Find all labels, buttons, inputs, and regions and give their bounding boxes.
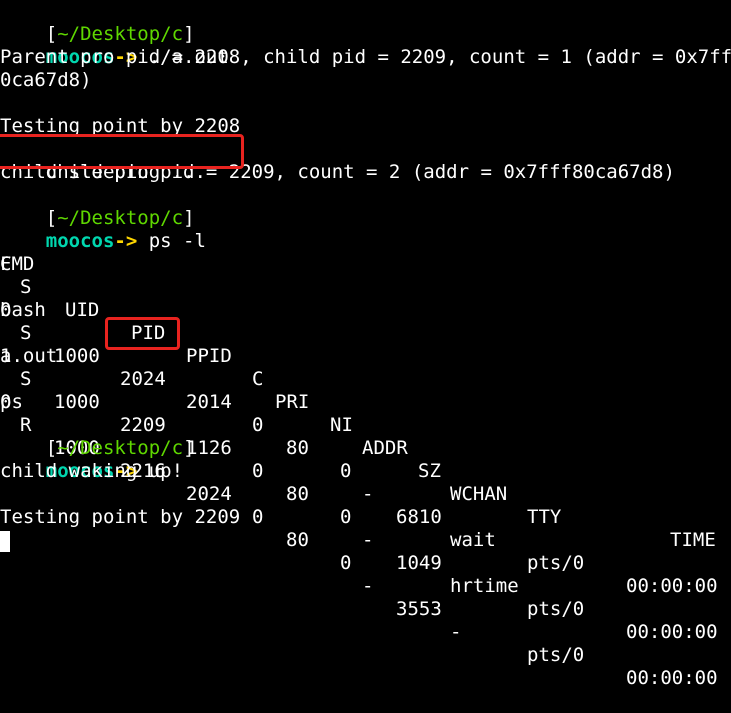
ps-row: 0 S 1000 2024 2014 0 80 0 - 6810 wait pt… <box>0 276 731 597</box>
command-line-ps: moocos-> ps -l <box>0 207 206 252</box>
ps-header-uid: UID <box>65 299 100 321</box>
ps-cell-sz: 3553 <box>396 598 442 620</box>
ps-header-row: F S UID PID PPID C PRI NI ADDR SZ WCHAN … <box>0 230 731 551</box>
command-line-run: moocos-> ./a.out <box>0 23 229 68</box>
ps-cell-ni: 0 <box>340 506 352 528</box>
command-line-empty: moocos-> <box>0 437 138 482</box>
prompt-close-bracket: ] <box>183 437 195 459</box>
ps-cell-cmd: bash <box>0 299 46 321</box>
ps-cell-time: 00:00:00 <box>626 575 718 597</box>
ps-cell-cmd: a.out <box>0 345 58 367</box>
ps-cell-tty: pts/0 <box>527 598 585 620</box>
ps-cell-ppid: 2014 <box>186 391 232 413</box>
ps-header-cmd: CMD <box>0 253 35 275</box>
ps-header-ppid: PPID <box>186 345 232 367</box>
ps-header-sz: SZ <box>418 460 441 482</box>
prompt-path-line: [~/Desktop/c] <box>0 0 195 45</box>
text-cursor[interactable] <box>0 531 10 552</box>
prompt-path-line: [~/Desktop/c] <box>0 184 195 229</box>
child-count-text: count = 2 (addr = 0x7fff80ca67d8) <box>285 161 675 183</box>
ps-header-addr: ADDR <box>362 437 408 459</box>
ps-cell-ni: 0 <box>340 460 352 482</box>
ps-cell-uid: 1000 <box>54 391 100 413</box>
ps-cell-c: 0 <box>252 460 264 482</box>
ps-cell-wchan: - <box>450 621 462 643</box>
ps-cell-sz: 6810 <box>396 506 442 528</box>
ps-header-wchan: WCHAN <box>450 483 508 505</box>
ps-cell-time: 00:00:00 <box>626 621 718 643</box>
ps-cell-pri: 80 <box>286 529 309 551</box>
ps-cell-ppid: 2024 <box>186 483 232 505</box>
ps-cell-addr: - <box>362 575 374 597</box>
ps-cell-c: 0 <box>252 414 264 436</box>
output-line: Testing point by 2209 <box>0 506 241 528</box>
ps-cell-cmd: ps <box>0 391 23 413</box>
ps-cell-uid: 1000 <box>54 345 100 367</box>
ps-header-tty: TTY <box>527 506 562 528</box>
terminal-window[interactable]: [~/Desktop/c] moocos-> ./a.out Parent pr… <box>0 0 731 689</box>
ps-cell-wchan: hrtime <box>450 575 519 597</box>
ps-header-time: TIME <box>670 529 716 551</box>
prompt-path-line: [~/Desktop/c] <box>0 414 195 459</box>
output-line: 0ca67d8) <box>0 69 92 91</box>
output-line: child waking up! <box>0 460 184 482</box>
output-line: Parent pro pid = 2208, child pid = 2209,… <box>0 46 731 68</box>
ps-header-pri: PRI <box>275 391 310 413</box>
ps-cell-tty: pts/0 <box>527 644 585 666</box>
highlight-box-child-pid <box>0 134 244 169</box>
ps-cell-pri: 80 <box>286 437 309 459</box>
ps-cell-time: 00:00:00 <box>626 667 718 689</box>
ps-header-ni: NI <box>330 414 353 436</box>
ps-cell-addr: - <box>362 483 374 505</box>
ps-cell-c: 0 <box>252 506 264 528</box>
ps-row: 0 R 1000 2216 2024 0 80 0 - 3553 - pts/0… <box>0 368 731 689</box>
ps-cell-wchan: wait <box>450 529 496 551</box>
highlight-box-pid <box>105 317 180 350</box>
ps-cell-addr: - <box>362 529 374 551</box>
ps-cell-pri: 80 <box>286 483 309 505</box>
